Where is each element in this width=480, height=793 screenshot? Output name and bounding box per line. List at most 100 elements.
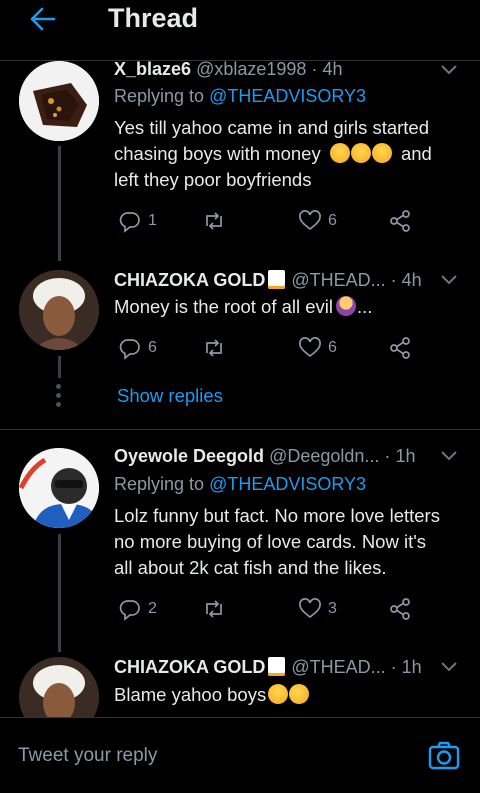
tweet-actions: 2 3 bbox=[114, 595, 424, 623]
like-button[interactable]: 3 bbox=[298, 595, 337, 623]
tweet-line: all about 2k cat fish and the likes. bbox=[114, 557, 387, 578]
separator-dot: · bbox=[384, 446, 391, 466]
share-button[interactable] bbox=[388, 207, 412, 235]
tweet-line-2: chasing boys with money and bbox=[114, 141, 459, 167]
share-button[interactable] bbox=[388, 334, 412, 362]
avatar[interactable] bbox=[19, 270, 99, 350]
tweet-text: Blame yahoo boys bbox=[114, 682, 459, 708]
display-name[interactable]: X_blaze6 bbox=[114, 59, 191, 79]
reply-icon bbox=[119, 600, 140, 621]
retweet-button[interactable] bbox=[202, 207, 232, 235]
handle[interactable]: @THEAD... bbox=[291, 657, 385, 677]
like-count: 6 bbox=[328, 212, 337, 229]
retweet-icon bbox=[206, 339, 222, 357]
display-name[interactable]: CHIAZOKA GOLD bbox=[114, 270, 265, 290]
laughing-emoji bbox=[268, 684, 289, 704]
handle[interactable]: @Deegoldn... bbox=[269, 446, 379, 466]
tweet-header: CHIAZOKA GOLD @THEAD... · 4h bbox=[114, 270, 438, 291]
tweet-header: CHIAZOKA GOLD @THEAD... · 1h bbox=[114, 657, 438, 678]
camera-icon[interactable] bbox=[428, 740, 460, 772]
mention-link[interactable]: @THEADVISORY3 bbox=[209, 474, 366, 494]
share-icon bbox=[390, 337, 410, 359]
tweet-line: no more buying of love cards. Now it's bbox=[114, 531, 427, 552]
tweet-line: Yes till yahoo came in and girls started bbox=[114, 117, 430, 138]
like-count: 6 bbox=[328, 339, 337, 356]
thread-line bbox=[58, 534, 61, 652]
laughing-emoji bbox=[350, 143, 371, 163]
tweet-line-suffix: ... bbox=[357, 296, 373, 317]
more-replies-dots bbox=[56, 384, 62, 411]
reply-composer: Tweet your reply bbox=[0, 717, 480, 793]
reply-count: 6 bbox=[148, 339, 157, 356]
handle[interactable]: @THEAD... bbox=[291, 270, 385, 290]
like-icon bbox=[299, 337, 321, 358]
separator-dot: · bbox=[390, 657, 397, 677]
display-name[interactable]: CHIAZOKA GOLD bbox=[114, 657, 265, 677]
chevron-down-icon[interactable] bbox=[440, 274, 458, 286]
display-name[interactable]: Oyewole Deegold bbox=[114, 446, 264, 466]
like-button[interactable]: 6 bbox=[298, 334, 337, 362]
timestamp: 4h bbox=[401, 270, 422, 290]
avatar[interactable] bbox=[19, 61, 99, 141]
laughing-emoji bbox=[329, 143, 350, 163]
tweet-line-segment: and bbox=[400, 143, 432, 164]
separator-dot: · bbox=[390, 270, 397, 290]
conversation-divider bbox=[0, 429, 480, 430]
separator-dot: · bbox=[311, 59, 318, 79]
like-count: 3 bbox=[328, 600, 337, 617]
chevron-down-icon[interactable] bbox=[440, 661, 458, 673]
chevron-down-icon[interactable] bbox=[440, 64, 458, 76]
memo-emoji bbox=[268, 270, 286, 289]
tweet-text: Yes till yahoo came in and girls started… bbox=[114, 115, 459, 193]
retweet-button[interactable] bbox=[202, 595, 232, 623]
reply-icon bbox=[119, 339, 140, 360]
tweet-text: Money is the root of all evil... bbox=[114, 294, 459, 320]
replying-to: Replying to @THEADVISORY3 bbox=[114, 474, 366, 495]
tweet-header: X_blaze6 @xblaze1998 · 4h bbox=[114, 59, 438, 80]
share-button[interactable] bbox=[388, 595, 412, 623]
tweet-line: left they poor boyfriends bbox=[114, 169, 312, 190]
retweet-icon bbox=[206, 212, 222, 230]
reply-count: 2 bbox=[148, 600, 157, 617]
show-replies-link[interactable]: Show replies bbox=[117, 385, 223, 407]
share-icon bbox=[390, 210, 410, 232]
reply-input[interactable]: Tweet your reply bbox=[18, 745, 157, 767]
reply-button[interactable]: 6 bbox=[118, 334, 157, 362]
thread-line bbox=[58, 356, 61, 378]
avatar-image bbox=[19, 448, 99, 528]
reply-button[interactable]: 2 bbox=[118, 595, 157, 623]
tweet-actions: 6 6 bbox=[114, 334, 424, 362]
tweet-line: Money is the root of all evil bbox=[114, 296, 334, 317]
like-icon bbox=[299, 598, 321, 619]
reply-count: 1 bbox=[148, 212, 157, 229]
composer-divider bbox=[0, 717, 480, 718]
tweet-line-segment: chasing boys with money bbox=[114, 143, 321, 164]
tweet-line: Blame yahoo boys bbox=[114, 684, 267, 705]
thread-line bbox=[58, 146, 61, 261]
timestamp: 4h bbox=[322, 59, 343, 79]
replying-prefix: Replying to bbox=[114, 86, 205, 106]
tweet-header: Oyewole Deegold @Deegoldn... · 1h bbox=[114, 446, 438, 467]
replying-prefix: Replying to bbox=[114, 474, 205, 494]
chevron-down-icon[interactable] bbox=[440, 450, 458, 462]
like-button[interactable]: 6 bbox=[298, 207, 337, 235]
timestamp: 1h bbox=[401, 657, 422, 677]
back-arrow-icon[interactable] bbox=[30, 6, 56, 32]
facepalm-emoji bbox=[336, 296, 357, 316]
retweet-button[interactable] bbox=[202, 334, 232, 362]
retweet-icon bbox=[206, 600, 222, 618]
tweet-line: Lolz funny but fact. No more love letter… bbox=[114, 505, 440, 526]
reply-icon bbox=[119, 212, 140, 233]
reply-button[interactable]: 1 bbox=[118, 207, 157, 235]
replying-to: Replying to @THEADVISORY3 bbox=[114, 86, 366, 107]
laughing-emoji bbox=[371, 143, 392, 163]
avatar[interactable] bbox=[19, 448, 99, 528]
avatar-image bbox=[19, 61, 99, 141]
avatar-image bbox=[19, 270, 99, 350]
mention-link[interactable]: @THEADVISORY3 bbox=[209, 86, 366, 106]
timestamp: 1h bbox=[395, 446, 416, 466]
like-icon bbox=[299, 210, 321, 231]
tweet-text: Lolz funny but fact. No more love letter… bbox=[114, 503, 459, 581]
share-icon bbox=[390, 598, 410, 620]
handle[interactable]: @xblaze1998 bbox=[196, 59, 306, 79]
